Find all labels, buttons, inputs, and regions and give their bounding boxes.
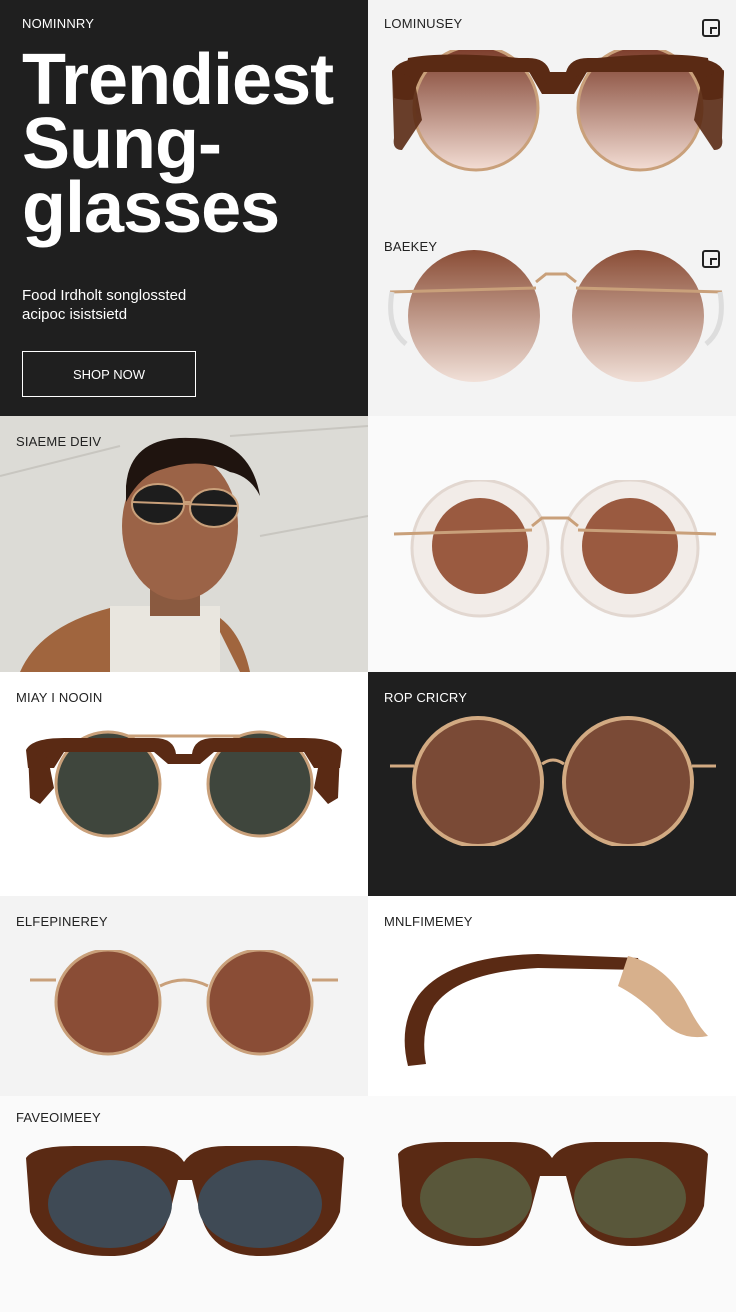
- product-card-elfepinerey[interactable]: ELFEPINEREY: [0, 896, 368, 1096]
- sunglasses-image: [26, 1146, 344, 1256]
- model-photo: [0, 416, 368, 672]
- product-card-mnlfimemey[interactable]: MNLFIMEMEY: [368, 896, 736, 1096]
- hero-label: NOMINNRY: [22, 16, 95, 31]
- product-card-clear-round[interactable]: [368, 416, 736, 672]
- product-card-lominusey[interactable]: LOMINUSEY: [368, 0, 736, 208]
- sunglasses-image: [392, 50, 724, 172]
- product-label: MIAY I NOOIN: [16, 690, 103, 705]
- product-card-miay-i-nooin[interactable]: MIAY I NOOIN: [0, 672, 368, 896]
- product-label: FAVEOIMEEY: [16, 1110, 101, 1125]
- product-label: ELFEPINEREY: [16, 914, 108, 929]
- hero-subtitle-line2: acipoc isistsietd: [22, 306, 128, 323]
- hero-subtitle-line1: Food Irdholt songlossted: [22, 287, 187, 304]
- product-card-rop-cricry[interactable]: ROP CRICRY: [368, 672, 736, 896]
- product-label: LOMINUSEY: [384, 16, 463, 31]
- hero-panel: NOMINNRY Trendiest Sung-glasses Food Ird…: [0, 0, 368, 416]
- sunglasses-image: [398, 1142, 708, 1246]
- sunglasses-image: [388, 250, 724, 382]
- hero-title: Trendiest Sung-glasses: [22, 40, 334, 248]
- product-card-wayfarer-green[interactable]: [368, 1096, 736, 1312]
- sunglasses-image: [26, 730, 342, 838]
- shop-now-button[interactable]: SHOP NOW: [22, 351, 196, 397]
- product-card-siaeme-deiv[interactable]: SIAEME DEIV: [0, 416, 368, 672]
- sunglasses-image: [404, 954, 708, 1066]
- product-card-baekey[interactable]: BAEKEY: [368, 208, 736, 416]
- product-card-faveoimeey[interactable]: FAVEOIMEEY: [0, 1096, 368, 1312]
- sunglasses-image: [390, 716, 716, 846]
- product-label: SIAEME DEIV: [16, 434, 102, 449]
- product-label: MNLFIMEMEY: [384, 914, 473, 929]
- hero-subtitle: Food Irdholt songlossted acipoc isistsie…: [22, 286, 322, 324]
- product-label: ROP CRICRY: [384, 690, 468, 705]
- sunglasses-image: [393, 480, 717, 618]
- bookmark-icon[interactable]: [702, 19, 720, 37]
- sunglasses-image: [30, 950, 338, 1056]
